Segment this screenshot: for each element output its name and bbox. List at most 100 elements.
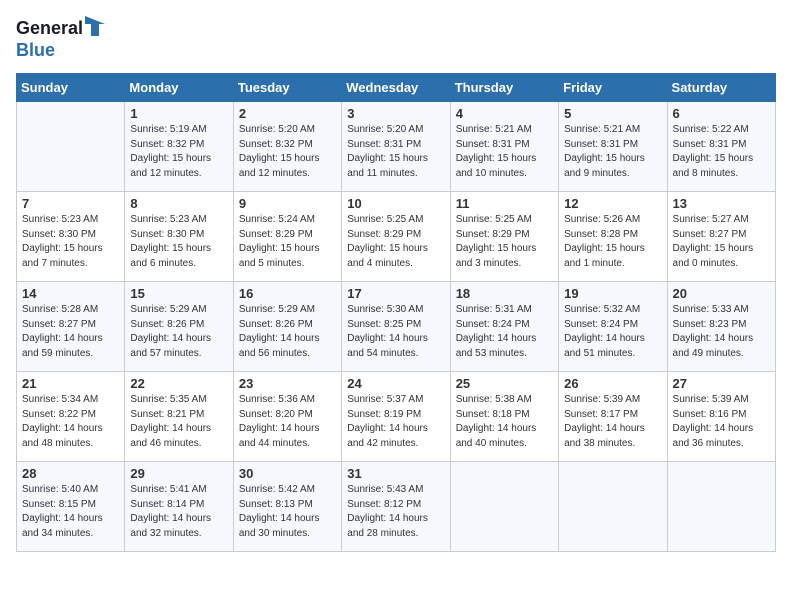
day-number: 19 — [564, 286, 661, 301]
calendar-cell: 3 Sunrise: 5:20 AM Sunset: 8:31 PM Daylig… — [342, 102, 450, 192]
day-number: 29 — [130, 466, 227, 481]
day-number: 20 — [673, 286, 770, 301]
calendar-cell — [667, 462, 775, 552]
day-info: Sunrise: 5:23 AM Sunset: 8:30 PM Dayligh… — [22, 213, 119, 271]
day-number: 9 — [239, 196, 336, 211]
calendar-cell: 5 Sunrise: 5:21 AM Sunset: 8:31 PM Daylig… — [559, 102, 667, 192]
logo-blue-text: Blue — [16, 40, 55, 60]
col-header-saturday: Saturday — [667, 74, 775, 102]
day-number: 5 — [564, 106, 661, 121]
day-info: Sunrise: 5:25 AM Sunset: 8:29 PM Dayligh… — [347, 213, 444, 271]
day-info: Sunrise: 5:23 AM Sunset: 8:30 PM Dayligh… — [130, 213, 227, 271]
day-info: Sunrise: 5:25 AM Sunset: 8:29 PM Dayligh… — [456, 213, 553, 271]
day-number: 27 — [673, 376, 770, 391]
calendar-cell: 17 Sunrise: 5:30 AM Sunset: 8:25 PM Dayli… — [342, 282, 450, 372]
calendar-cell: 11 Sunrise: 5:25 AM Sunset: 8:29 PM Dayli… — [450, 192, 558, 282]
calendar-cell: 25Sunrise: 5:38 AM Sunset: 8:18 PM Dayli… — [450, 372, 558, 462]
col-header-thursday: Thursday — [450, 74, 558, 102]
day-info: Sunrise: 5:21 AM Sunset: 8:31 PM Dayligh… — [564, 123, 661, 181]
calendar-cell: 12 Sunrise: 5:26 AM Sunset: 8:28 PM Dayli… — [559, 192, 667, 282]
day-info: Sunrise: 5:43 AM Sunset: 8:12 PM Dayligh… — [347, 483, 444, 541]
col-header-friday: Friday — [559, 74, 667, 102]
col-header-monday: Monday — [125, 74, 233, 102]
day-info: Sunrise: 5:20 AM Sunset: 8:31 PM Dayligh… — [347, 123, 444, 181]
day-number: 6 — [673, 106, 770, 121]
day-info: Sunrise: 5:39 AM Sunset: 8:16 PM Dayligh… — [673, 393, 770, 451]
day-number: 22 — [130, 376, 227, 391]
calendar-cell: 10Sunrise: 5:25 AM Sunset: 8:29 PM Dayli… — [342, 192, 450, 282]
day-info: Sunrise: 5:21 AM Sunset: 8:31 PM Dayligh… — [456, 123, 553, 181]
day-number: 28 — [22, 466, 119, 481]
day-number: 15 — [130, 286, 227, 301]
calendar-table: SundayMondayTuesdayWednesdayThursdayFrid… — [16, 73, 776, 552]
calendar-cell: 23 Sunrise: 5:36 AM Sunset: 8:20 PM Dayli… — [233, 372, 341, 462]
logo-general-text: General — [16, 18, 83, 39]
day-number: 21 — [22, 376, 119, 391]
calendar-cell: 2 Sunrise: 5:20 AM Sunset: 8:32 PM Daylig… — [233, 102, 341, 192]
day-info: Sunrise: 5:33 AM Sunset: 8:23 PM Dayligh… — [673, 303, 770, 361]
week-row-2: 14 Sunrise: 5:28 AM Sunset: 8:27 PM Dayli… — [17, 282, 776, 372]
day-info: Sunrise: 5:19 AM Sunset: 8:32 PM Dayligh… — [130, 123, 227, 181]
day-number: 1 — [130, 106, 227, 121]
day-info: Sunrise: 5:29 AM Sunset: 8:26 PM Dayligh… — [239, 303, 336, 361]
calendar-cell: 14 Sunrise: 5:28 AM Sunset: 8:27 PM Dayli… — [17, 282, 125, 372]
day-info: Sunrise: 5:36 AM Sunset: 8:20 PM Dayligh… — [239, 393, 336, 451]
day-info: Sunrise: 5:28 AM Sunset: 8:27 PM Dayligh… — [22, 303, 119, 361]
day-info: Sunrise: 5:27 AM Sunset: 8:27 PM Dayligh… — [673, 213, 770, 271]
calendar-cell: 20 Sunrise: 5:33 AM Sunset: 8:23 PM Dayli… — [667, 282, 775, 372]
day-number: 3 — [347, 106, 444, 121]
day-info: Sunrise: 5:30 AM Sunset: 8:25 PM Dayligh… — [347, 303, 444, 361]
calendar-cell: 27 Sunrise: 5:39 AM Sunset: 8:16 PM Dayli… — [667, 372, 775, 462]
calendar-cell: 18Sunrise: 5:31 AM Sunset: 8:24 PM Dayli… — [450, 282, 558, 372]
calendar-cell: 19 Sunrise: 5:32 AM Sunset: 8:24 PM Dayli… — [559, 282, 667, 372]
calendar-cell: 4 Sunrise: 5:21 AM Sunset: 8:31 PM Daylig… — [450, 102, 558, 192]
logo: General Blue — [16, 16, 105, 61]
calendar-cell: 31Sunrise: 5:43 AM Sunset: 8:12 PM Dayli… — [342, 462, 450, 552]
day-number: 11 — [456, 196, 553, 211]
day-info: Sunrise: 5:37 AM Sunset: 8:19 PM Dayligh… — [347, 393, 444, 451]
day-number: 13 — [673, 196, 770, 211]
day-number: 14 — [22, 286, 119, 301]
day-number: 8 — [130, 196, 227, 211]
calendar-cell: 1 Sunrise: 5:19 AM Sunset: 8:32 PM Daylig… — [125, 102, 233, 192]
calendar-cell: 16Sunrise: 5:29 AM Sunset: 8:26 PM Dayli… — [233, 282, 341, 372]
day-info: Sunrise: 5:20 AM Sunset: 8:32 PM Dayligh… — [239, 123, 336, 181]
day-number: 26 — [564, 376, 661, 391]
day-info: Sunrise: 5:39 AM Sunset: 8:17 PM Dayligh… — [564, 393, 661, 451]
col-header-wednesday: Wednesday — [342, 74, 450, 102]
day-info: Sunrise: 5:22 AM Sunset: 8:31 PM Dayligh… — [673, 123, 770, 181]
day-info: Sunrise: 5:40 AM Sunset: 8:15 PM Dayligh… — [22, 483, 119, 541]
calendar-cell: 30Sunrise: 5:42 AM Sunset: 8:13 PM Dayli… — [233, 462, 341, 552]
calendar-cell: 7 Sunrise: 5:23 AM Sunset: 8:30 PM Daylig… — [17, 192, 125, 282]
week-row-3: 21Sunrise: 5:34 AM Sunset: 8:22 PM Dayli… — [17, 372, 776, 462]
week-row-1: 7 Sunrise: 5:23 AM Sunset: 8:30 PM Daylig… — [17, 192, 776, 282]
day-number: 7 — [22, 196, 119, 211]
day-info: Sunrise: 5:26 AM Sunset: 8:28 PM Dayligh… — [564, 213, 661, 271]
calendar-cell: 9 Sunrise: 5:24 AM Sunset: 8:29 PM Daylig… — [233, 192, 341, 282]
calendar-cell: 29 Sunrise: 5:41 AM Sunset: 8:14 PM Dayli… — [125, 462, 233, 552]
calendar-cell: 13 Sunrise: 5:27 AM Sunset: 8:27 PM Dayli… — [667, 192, 775, 282]
calendar-cell: 15 Sunrise: 5:29 AM Sunset: 8:26 PM Dayli… — [125, 282, 233, 372]
day-number: 23 — [239, 376, 336, 391]
logo-triangle-icon — [85, 16, 105, 40]
calendar-cell — [559, 462, 667, 552]
day-number: 4 — [456, 106, 553, 121]
day-info: Sunrise: 5:38 AM Sunset: 8:18 PM Dayligh… — [456, 393, 553, 451]
day-info: Sunrise: 5:32 AM Sunset: 8:24 PM Dayligh… — [564, 303, 661, 361]
col-header-sunday: Sunday — [17, 74, 125, 102]
header-row: SundayMondayTuesdayWednesdayThursdayFrid… — [17, 74, 776, 102]
calendar-cell: 22Sunrise: 5:35 AM Sunset: 8:21 PM Dayli… — [125, 372, 233, 462]
day-number: 30 — [239, 466, 336, 481]
day-number: 24 — [347, 376, 444, 391]
calendar-cell — [17, 102, 125, 192]
calendar-cell: 6 Sunrise: 5:22 AM Sunset: 8:31 PM Daylig… — [667, 102, 775, 192]
day-info: Sunrise: 5:41 AM Sunset: 8:14 PM Dayligh… — [130, 483, 227, 541]
logo-text: General Blue — [16, 16, 105, 61]
day-number: 12 — [564, 196, 661, 211]
calendar-cell: 8 Sunrise: 5:23 AM Sunset: 8:30 PM Daylig… — [125, 192, 233, 282]
day-info: Sunrise: 5:29 AM Sunset: 8:26 PM Dayligh… — [130, 303, 227, 361]
day-number: 2 — [239, 106, 336, 121]
day-info: Sunrise: 5:24 AM Sunset: 8:29 PM Dayligh… — [239, 213, 336, 271]
day-number: 17 — [347, 286, 444, 301]
calendar-cell: 26 Sunrise: 5:39 AM Sunset: 8:17 PM Dayli… — [559, 372, 667, 462]
